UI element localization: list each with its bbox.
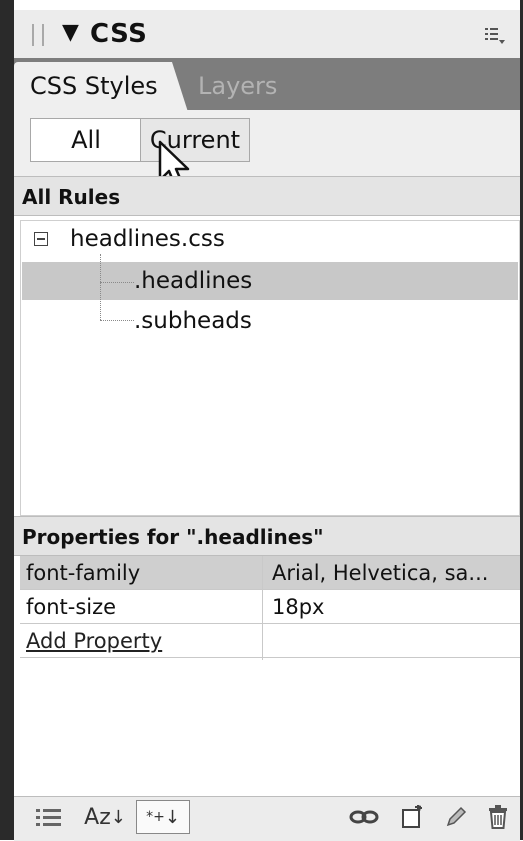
add-property-link[interactable]: Add Property [26, 624, 162, 658]
tree-collapse-icon[interactable] [34, 232, 48, 246]
delete-icon[interactable] [482, 800, 514, 834]
set-properties-icon[interactable]: *+ ↓ [136, 800, 190, 834]
panel-title[interactable]: CSS [90, 19, 147, 49]
property-value[interactable]: Arial, Helvetica, sa... [272, 556, 488, 590]
properties-empty-area [20, 660, 520, 796]
column-divider[interactable] [262, 556, 263, 660]
edit-style-icon[interactable] [440, 800, 472, 834]
tab-layers[interactable]: Layers [198, 72, 277, 100]
add-property-row[interactable]: Add Property [20, 624, 520, 658]
property-name[interactable]: font-size [26, 590, 116, 624]
panel-options-icon[interactable] [484, 26, 506, 46]
new-css-rule-icon[interactable] [396, 800, 428, 834]
all-mode-button[interactable]: All [30, 118, 142, 162]
css-panel: ▼ CSS CSS Styles Layers All Current All … [0, 0, 523, 841]
property-name[interactable]: font-family [26, 556, 140, 590]
tree-connector [100, 320, 134, 321]
alpha-sort-label: Az [84, 804, 111, 830]
alpha-sort-icon[interactable]: Az ↓ [80, 800, 130, 834]
collapse-arrow-icon[interactable]: ▼ [62, 20, 79, 45]
tree-connector [100, 254, 101, 320]
rule-item-subheads[interactable]: .subheads [134, 308, 252, 334]
tab-css-styles-label[interactable]: CSS Styles [30, 72, 158, 100]
all-rules-heading: All Rules [14, 176, 520, 216]
selected-rule-highlight[interactable] [22, 262, 518, 300]
drag-grip-icon[interactable] [32, 24, 44, 46]
property-row[interactable]: font-size 18px [20, 590, 520, 624]
rule-item-headlines[interactable]: .headlines [134, 268, 252, 294]
panel-header[interactable]: ▼ CSS [14, 10, 520, 59]
stylesheet-node[interactable]: headlines.css [70, 226, 225, 252]
properties-heading: Properties for ".headlines" [14, 516, 520, 556]
attach-stylesheet-icon[interactable] [346, 800, 382, 834]
category-view-icon[interactable] [30, 800, 68, 834]
panel-left-border [0, 0, 14, 840]
property-value[interactable]: 18px [272, 590, 324, 624]
property-row[interactable]: font-family Arial, Helvetica, sa... [20, 556, 520, 590]
tree-connector [100, 282, 134, 283]
